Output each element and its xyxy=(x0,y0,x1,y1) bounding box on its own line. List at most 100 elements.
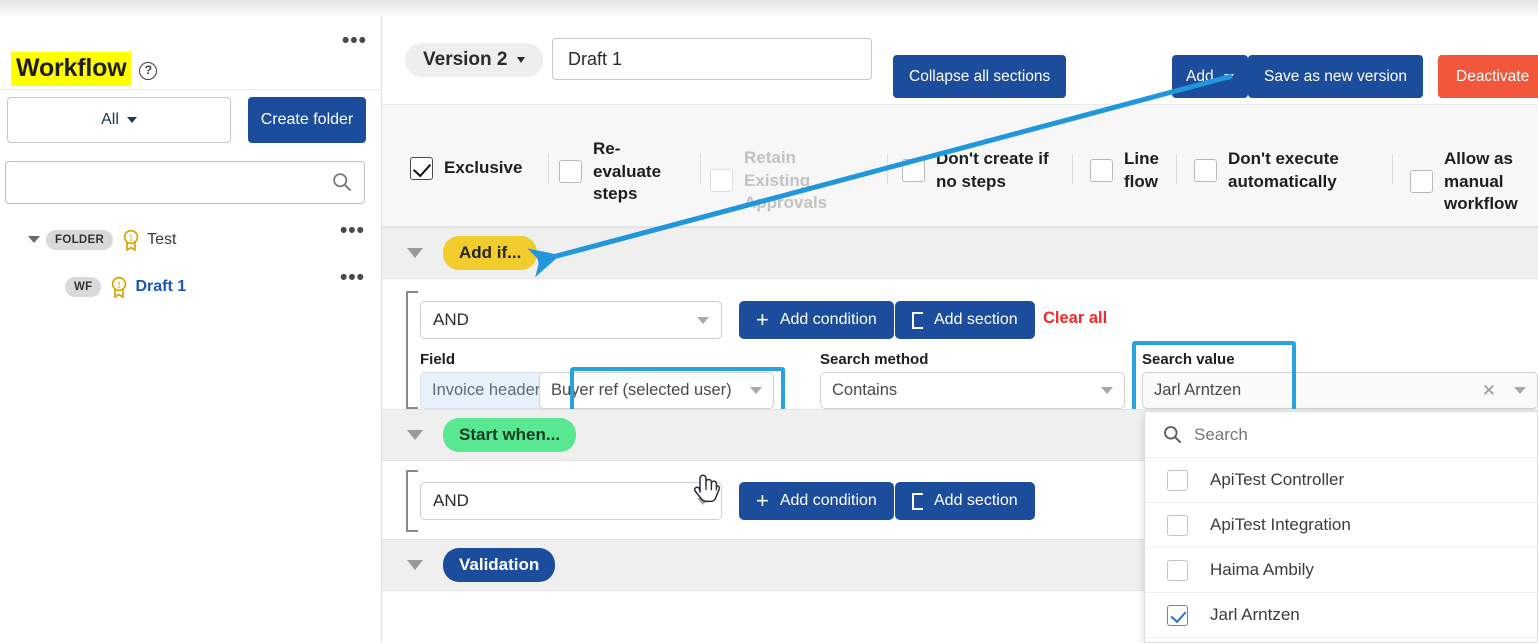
award-1-icon: 1 xyxy=(109,276,129,298)
save-as-new-version-button[interactable]: Save as new version xyxy=(1248,55,1423,98)
dropdown-item-label: Jarl Arntzen xyxy=(1210,605,1300,625)
section-chip-add-if[interactable]: Add if... xyxy=(443,236,537,270)
logic-operator-select-start-when[interactable]: AND xyxy=(420,482,722,520)
search-method-select[interactable]: Contains xyxy=(820,372,1125,409)
dropdown-search-row[interactable] xyxy=(1145,412,1537,458)
logic-operator-value: AND xyxy=(433,491,469,511)
field-label: Field xyxy=(420,351,455,368)
sidebar-header: ••• Workflow ? xyxy=(0,16,381,90)
search-value-text: Jarl Arntzen xyxy=(1154,381,1241,400)
dropdown-item-apitest-controller[interactable]: ApiTest Controller xyxy=(1145,458,1537,503)
clear-all-link[interactable]: Clear all xyxy=(1043,309,1107,328)
ellipsis-icon[interactable]: ••• xyxy=(340,273,365,283)
option-label: Don't create if no steps xyxy=(936,148,1051,193)
chevron-down-icon[interactable] xyxy=(407,560,423,570)
dropdown-item-label: Haima Ambily xyxy=(1210,560,1314,580)
folder-filter-select[interactable]: All xyxy=(7,97,231,143)
option-label: Allow as manual workflow xyxy=(1444,148,1538,216)
dropdown-search-input[interactable] xyxy=(1194,425,1494,445)
search-value-select[interactable]: Jarl Arntzen ✕ xyxy=(1142,372,1538,409)
field-select-value: Buyer ref (selected user) xyxy=(551,381,732,400)
option-exclusive[interactable]: Exclusive xyxy=(410,157,522,180)
collapse-all-sections-button[interactable]: Collapse all sections xyxy=(893,55,1066,98)
chevron-down-icon xyxy=(697,498,709,505)
svg-text:1: 1 xyxy=(129,233,134,242)
deactivate-button[interactable]: Deactivate xyxy=(1438,55,1538,98)
workflow-options-row: Exclusive Re-evaluate steps Retain Exist… xyxy=(382,104,1538,227)
tree-row-folder-test[interactable]: FOLDER 1 Test ••• xyxy=(0,216,381,263)
section-chip-validation[interactable]: Validation xyxy=(443,548,555,582)
option-label: Re-evaluate steps xyxy=(593,138,668,206)
divider xyxy=(1392,154,1393,184)
section-header-add-if[interactable]: Add if... xyxy=(382,227,1538,279)
add-condition-label: Add condition xyxy=(780,311,877,329)
version-selector[interactable]: Version 2 xyxy=(405,43,543,77)
ellipsis-icon[interactable]: ••• xyxy=(342,36,367,46)
bracket-icon xyxy=(912,312,923,329)
section-chip-start-when[interactable]: Start when... xyxy=(443,418,576,452)
chevron-down-icon xyxy=(127,117,137,123)
checkbox-icon[interactable] xyxy=(1194,159,1217,182)
add-section-button-add-if[interactable]: Add section xyxy=(895,301,1035,339)
window-top-strip xyxy=(0,0,1538,16)
condition-group-bracket xyxy=(406,470,418,532)
add-condition-button-add-if[interactable]: + Add condition xyxy=(739,301,894,339)
chevron-down-icon[interactable] xyxy=(407,430,423,440)
dropdown-item-jarl-arntzen[interactable]: Jarl Arntzen xyxy=(1145,593,1537,638)
sidebar: ••• Workflow ? All Create folder FOL xyxy=(0,16,382,643)
question-circle-icon[interactable]: ? xyxy=(139,62,157,80)
chevron-down-icon[interactable] xyxy=(407,248,423,258)
field-select[interactable]: Buyer ref (selected user) xyxy=(539,372,774,409)
checkbox-icon[interactable] xyxy=(1167,605,1188,626)
add-button-label: Add xyxy=(1186,68,1214,86)
search-value-dropdown-panel: ApiTest Controller ApiTest Integration H… xyxy=(1144,411,1538,643)
sidebar-controls: All Create folder xyxy=(0,90,381,146)
ellipsis-icon[interactable]: ••• xyxy=(340,226,365,236)
option-dont-execute-automatically[interactable]: Don't execute automatically xyxy=(1194,148,1360,193)
search-input[interactable] xyxy=(6,162,316,203)
condition-group-bracket xyxy=(406,291,418,409)
logic-operator-select-add-if[interactable]: AND xyxy=(420,301,722,339)
option-re-evaluate-steps[interactable]: Re-evaluate steps xyxy=(559,138,668,206)
clear-value-icon[interactable]: ✕ xyxy=(1482,381,1496,401)
folder-filter-value: All xyxy=(101,111,119,129)
dropdown-item-apitest-integration[interactable]: ApiTest Integration xyxy=(1145,503,1537,548)
add-button[interactable]: Add xyxy=(1172,55,1248,98)
folder-tag: FOLDER xyxy=(46,230,113,250)
create-folder-button[interactable]: Create folder xyxy=(248,97,366,143)
checkbox-icon[interactable] xyxy=(1090,159,1113,182)
add-condition-button-start-when[interactable]: + Add condition xyxy=(739,482,894,520)
chevron-down-icon xyxy=(1224,74,1234,80)
search-icon xyxy=(1163,425,1182,444)
chevron-down-icon xyxy=(750,387,762,394)
chevron-down-icon xyxy=(697,317,709,324)
option-label: Don't execute automatically xyxy=(1228,148,1360,193)
tree-row-workflow-draft-1[interactable]: WF 1 Draft 1 ••• xyxy=(0,263,381,310)
search-icon xyxy=(332,172,352,192)
checkbox-icon[interactable] xyxy=(410,157,433,180)
add-condition-label: Add condition xyxy=(780,492,877,510)
chevron-down-icon[interactable] xyxy=(28,236,40,243)
divider xyxy=(700,154,701,184)
checkbox-icon[interactable] xyxy=(1410,170,1433,193)
add-section-button-start-when[interactable]: Add section xyxy=(895,482,1035,520)
search-value-label: Search value xyxy=(1142,351,1235,368)
add-section-label: Add section xyxy=(934,311,1018,329)
dropdown-item-haima-ambily[interactable]: Haima Ambily xyxy=(1145,548,1537,593)
search-method-label: Search method xyxy=(820,351,928,368)
checkbox-icon[interactable] xyxy=(1167,470,1188,491)
divider xyxy=(887,154,888,184)
option-line-flow[interactable]: Line flow xyxy=(1090,148,1179,193)
workflow-name-input[interactable] xyxy=(552,38,872,80)
checkbox-icon[interactable] xyxy=(1167,515,1188,536)
option-dont-create-if-no-steps[interactable]: Don't create if no steps xyxy=(902,148,1051,193)
workflow-toolbar: Version 2 Collapse all sections Add Save… xyxy=(382,16,1538,104)
checkbox-icon[interactable] xyxy=(1167,560,1188,581)
logic-operator-value: AND xyxy=(433,310,469,330)
option-label: Line flow xyxy=(1124,148,1179,193)
chevron-down-icon[interactable] xyxy=(1514,387,1526,394)
sidebar-search[interactable] xyxy=(5,161,365,204)
checkbox-icon[interactable] xyxy=(559,160,582,183)
checkbox-icon[interactable] xyxy=(902,159,925,182)
option-allow-as-manual-workflow[interactable]: Allow as manual workflow xyxy=(1410,148,1538,216)
